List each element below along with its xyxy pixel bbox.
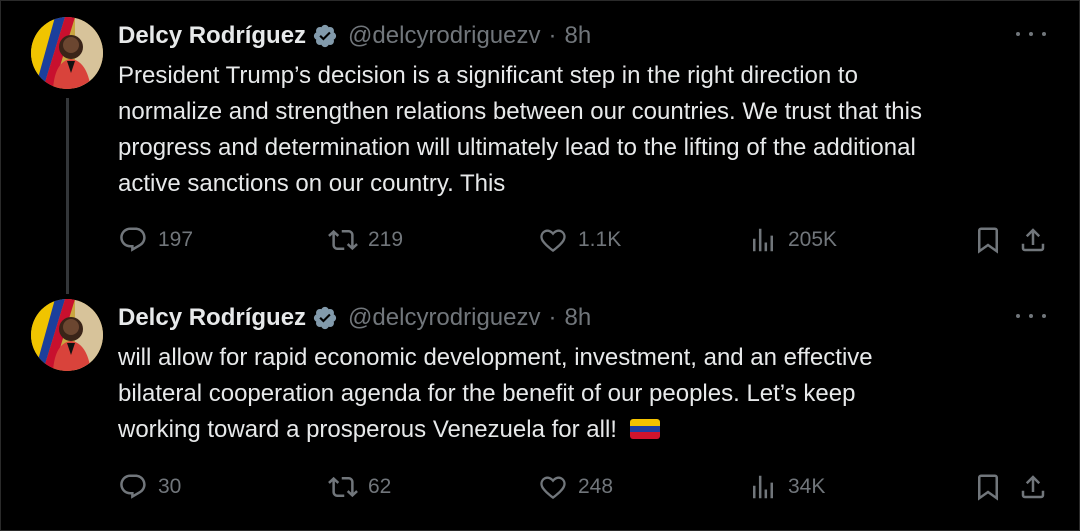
bookmark-icon (978, 474, 998, 501)
views-icon (753, 228, 773, 252)
like-count: 248 (578, 475, 614, 498)
more-icon[interactable] (1016, 304, 1046, 328)
repost-button[interactable]: 62 (328, 472, 538, 502)
verified-icon (312, 23, 338, 49)
verified-icon (312, 305, 338, 331)
like-count: 1.1K (578, 228, 622, 251)
repost-button[interactable]: 219 (328, 225, 538, 255)
handle[interactable]: @delcyrodriguezv (348, 304, 540, 332)
action-bar: 197 219 1.1K 205K (118, 225, 1058, 255)
share-icon (1021, 475, 1045, 499)
display-name[interactable]: Delcy Rodríguez (118, 22, 306, 50)
separator-dot: · (548, 22, 557, 49)
avatar[interactable] (31, 17, 103, 89)
reply-button[interactable]: 30 (118, 472, 328, 502)
reply-icon (120, 227, 146, 252)
tweet-text-container: will allow for rapid economic developmen… (118, 340, 1058, 448)
views-button[interactable]: 34K (748, 472, 973, 502)
bookmark-icon (978, 227, 998, 254)
reply-count: 30 (158, 475, 182, 498)
tweet-text: President Trump’s decision is a signific… (118, 62, 922, 197)
reply-count: 197 (158, 228, 194, 251)
share-button[interactable] (1018, 472, 1048, 502)
tweet[interactable]: Delcy Rodríguez @delcyrodriguezv · 8h Pr… (0, 0, 1080, 294)
like-icon (540, 476, 566, 500)
bookmark-button[interactable] (973, 225, 1018, 255)
avatar[interactable] (31, 299, 103, 371)
like-button[interactable]: 248 (538, 472, 748, 502)
share-icon (1021, 228, 1045, 252)
tweet[interactable]: Delcy Rodríguez @delcyrodriguezv · 8h wi… (0, 282, 1080, 531)
timestamp[interactable]: 8h (565, 22, 592, 50)
bookmark-button[interactable] (973, 472, 1018, 502)
share-button[interactable] (1018, 225, 1048, 255)
tweet-header: Delcy Rodríguez @delcyrodriguezv · 8h (118, 302, 591, 334)
reply-button[interactable]: 197 (118, 225, 328, 255)
views-count: 205K (788, 228, 838, 251)
reply-icon (120, 474, 146, 499)
display-name[interactable]: Delcy Rodríguez (118, 304, 306, 332)
repost-count: 219 (368, 228, 404, 251)
venezuela-flag-emoji (629, 419, 660, 439)
like-button[interactable]: 1.1K (538, 225, 748, 255)
timestamp[interactable]: 8h (565, 304, 592, 332)
action-bar: 30 62 248 34K (118, 472, 1058, 502)
like-icon (540, 229, 566, 253)
tweet-text: will allow for rapid economic developmen… (118, 344, 873, 443)
views-count: 34K (788, 475, 826, 498)
repost-count: 62 (368, 475, 392, 498)
views-icon (753, 475, 773, 499)
separator-dot: · (548, 304, 557, 331)
views-button[interactable]: 205K (748, 225, 973, 255)
thread-line (66, 98, 69, 294)
repost-icon (328, 476, 358, 498)
more-icon[interactable] (1016, 22, 1046, 46)
repost-icon (328, 229, 358, 251)
tweet-header: Delcy Rodríguez @delcyrodriguezv · 8h (118, 20, 591, 52)
handle[interactable]: @delcyrodriguezv (348, 22, 540, 50)
